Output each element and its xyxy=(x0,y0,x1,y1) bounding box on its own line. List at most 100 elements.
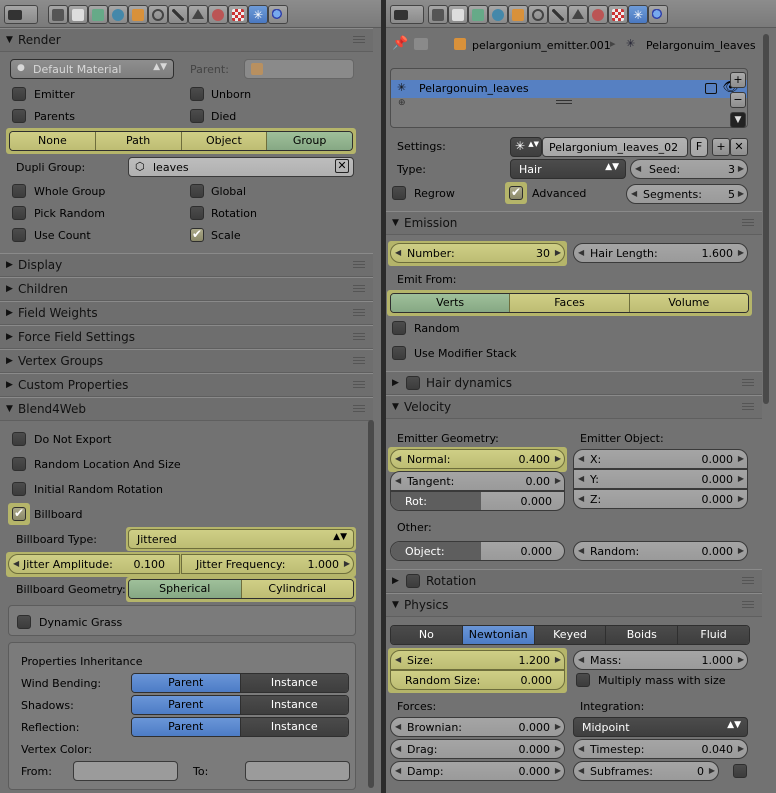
random-location-checkbox[interactable] xyxy=(12,457,26,471)
object-tab[interactable] xyxy=(508,5,528,24)
drag-grip-icon[interactable] xyxy=(353,36,365,44)
increment-arrow-icon[interactable]: ▶ xyxy=(738,454,744,463)
physics-keyed[interactable]: Keyed xyxy=(534,626,607,644)
random-size-slider[interactable]: Random Size: 0.000 xyxy=(390,670,565,690)
increment-arrow-icon[interactable]: ▶ xyxy=(555,766,561,775)
material-tab[interactable] xyxy=(208,5,228,24)
seed-field[interactable]: ◀ Seed: 3 ▶ xyxy=(630,159,748,179)
world-tab[interactable] xyxy=(108,5,128,24)
number-field[interactable]: ◀ Number: 30 ▶ xyxy=(390,243,565,263)
dynamic-grass-checkbox[interactable] xyxy=(17,615,31,629)
list-filter-icon[interactable]: ⊕ xyxy=(398,98,406,108)
global-checkbox[interactable] xyxy=(190,184,204,198)
pick-random-checkbox[interactable] xyxy=(12,206,26,220)
velocity-x-field[interactable]: ◀ X: 0.000 ▶ xyxy=(573,449,748,469)
data-tab[interactable] xyxy=(568,5,588,24)
decrement-arrow-icon[interactable]: ◀ xyxy=(578,655,584,664)
hair-dynamics-checkbox[interactable] xyxy=(406,376,420,390)
physics-fluid[interactable]: Fluid xyxy=(678,626,749,644)
decrement-arrow-icon[interactable]: ◀ xyxy=(395,766,401,775)
emit-from-verts[interactable]: Verts xyxy=(391,294,511,312)
billboard-geometry-selector[interactable]: Spherical Cylindrical xyxy=(128,579,354,599)
render-mode-path[interactable]: Path xyxy=(95,132,182,150)
velocity-panel-header[interactable]: ▼ Velocity xyxy=(386,395,762,419)
render-toggle-icon[interactable] xyxy=(705,83,717,94)
drag-grip-icon[interactable] xyxy=(742,403,754,411)
wind-bending-selector[interactable]: Parent Instance xyxy=(131,673,349,693)
decrement-arrow-icon[interactable]: ◀ xyxy=(13,559,19,568)
whole-group-checkbox[interactable] xyxy=(12,184,26,198)
size-field[interactable]: ◀ Size: 1.200 ▶ xyxy=(390,650,565,670)
type-dropdown[interactable]: Hair ▲▼ xyxy=(510,159,626,179)
increment-arrow-icon[interactable]: ▶ xyxy=(738,164,744,173)
decrement-arrow-icon[interactable]: ◀ xyxy=(395,476,401,485)
shadows-parent[interactable]: Parent xyxy=(132,696,241,714)
increment-arrow-icon[interactable]: ▶ xyxy=(555,248,561,257)
particles-tab[interactable]: ✳ xyxy=(628,5,648,24)
drag-grip-icon[interactable] xyxy=(742,219,754,227)
geometry-spherical[interactable]: Spherical xyxy=(129,580,242,598)
unborn-checkbox[interactable] xyxy=(190,87,204,101)
constraints-tab[interactable] xyxy=(528,5,548,24)
vertex-color-to-field[interactable] xyxy=(245,761,350,781)
random-velocity-field[interactable]: ◀ Random: 0.000 ▶ xyxy=(573,541,748,561)
normal-field[interactable]: ◀ Normal: 0.400 ▶ xyxy=(390,449,565,469)
list-menu-icon[interactable]: ▼ xyxy=(730,112,746,128)
editor-type-button[interactable] xyxy=(4,5,38,24)
drag-grip-icon[interactable] xyxy=(353,357,365,365)
physics-no[interactable]: No xyxy=(391,626,463,644)
render-mode-selector[interactable]: None Path Object Group xyxy=(9,131,353,151)
unlink-settings-icon[interactable]: ✕ xyxy=(730,138,748,156)
field-weights-panel-header[interactable]: ▶ Field Weights xyxy=(0,301,373,325)
modifiers-tab[interactable] xyxy=(168,5,188,24)
geometry-cylindrical[interactable]: Cylindrical xyxy=(241,580,353,598)
decrement-arrow-icon[interactable]: ◀ xyxy=(578,474,584,483)
billboard-type-dropdown[interactable]: Jittered ▲▼ xyxy=(128,529,354,549)
reflection-parent[interactable]: Parent xyxy=(132,718,241,736)
editor-type-button[interactable] xyxy=(390,5,424,24)
left-scrollbar[interactable] xyxy=(368,420,374,788)
reflection-selector[interactable]: Parent Instance xyxy=(131,717,349,737)
list-resize-grip[interactable] xyxy=(556,100,572,104)
segments-field[interactable]: ◀ Segments: 5 ▶ xyxy=(626,184,748,204)
constraints-tab[interactable] xyxy=(148,5,168,24)
decrement-arrow-icon[interactable]: ◀ xyxy=(631,189,637,198)
render-tab[interactable] xyxy=(428,5,448,24)
drag-grip-icon[interactable] xyxy=(353,285,365,293)
right-scrollbar[interactable] xyxy=(763,34,769,404)
jitter-amplitude-field[interactable]: ◀ Jitter Amplitude: 0.100 xyxy=(8,554,180,574)
advanced-checkbox[interactable] xyxy=(509,185,523,200)
jitter-frequency-field[interactable]: Jitter Frequency: 1.000 ▶ xyxy=(181,554,354,574)
vertex-groups-panel-header[interactable]: ▶ Vertex Groups xyxy=(0,349,373,373)
add-slot-icon[interactable]: + xyxy=(730,72,746,88)
particles-tab[interactable]: ✳ xyxy=(248,5,268,24)
physics-panel-header[interactable]: ▼ Physics xyxy=(386,593,762,617)
shadows-instance[interactable]: Instance xyxy=(240,696,348,714)
emit-from-volume[interactable]: Volume xyxy=(629,294,748,312)
subframes-field[interactable]: ◀ Subframes: 0 ▶ xyxy=(573,761,719,781)
emit-from-selector[interactable]: Verts Faces Volume xyxy=(390,293,749,313)
render-mode-object[interactable]: Object xyxy=(181,132,268,150)
mass-field[interactable]: ◀ Mass: 1.000 ▶ xyxy=(573,650,748,670)
scale-checkbox[interactable] xyxy=(190,227,204,242)
damp-field[interactable]: ◀ Damp: 0.000 ▶ xyxy=(390,761,565,781)
emit-from-faces[interactable]: Faces xyxy=(510,294,630,312)
hair-length-field[interactable]: ◀ Hair Length: 1.600 ▶ xyxy=(573,243,748,263)
decrement-arrow-icon[interactable]: ◀ xyxy=(578,494,584,503)
increment-arrow-icon[interactable]: ▶ xyxy=(555,655,561,664)
increment-arrow-icon[interactable]: ▶ xyxy=(555,722,561,731)
increment-arrow-icon[interactable]: ▶ xyxy=(738,189,744,198)
billboard-checkbox[interactable] xyxy=(12,506,26,521)
context-icon[interactable] xyxy=(414,38,428,50)
decrement-arrow-icon[interactable]: ◀ xyxy=(578,248,584,257)
multiply-mass-checkbox[interactable] xyxy=(576,673,590,687)
drag-grip-icon[interactable] xyxy=(353,405,365,413)
world-tab[interactable] xyxy=(488,5,508,24)
drag-grip-icon[interactable] xyxy=(353,333,365,341)
data-tab[interactable] xyxy=(188,5,208,24)
object-velocity-slider[interactable]: Object: 0.000 xyxy=(390,541,565,561)
drag-field[interactable]: ◀ Drag: 0.000 ▶ xyxy=(390,739,565,759)
render-layers-tab[interactable] xyxy=(68,5,88,24)
increment-arrow-icon[interactable]: ▶ xyxy=(738,248,744,257)
fake-user-button[interactable]: F xyxy=(690,137,708,157)
